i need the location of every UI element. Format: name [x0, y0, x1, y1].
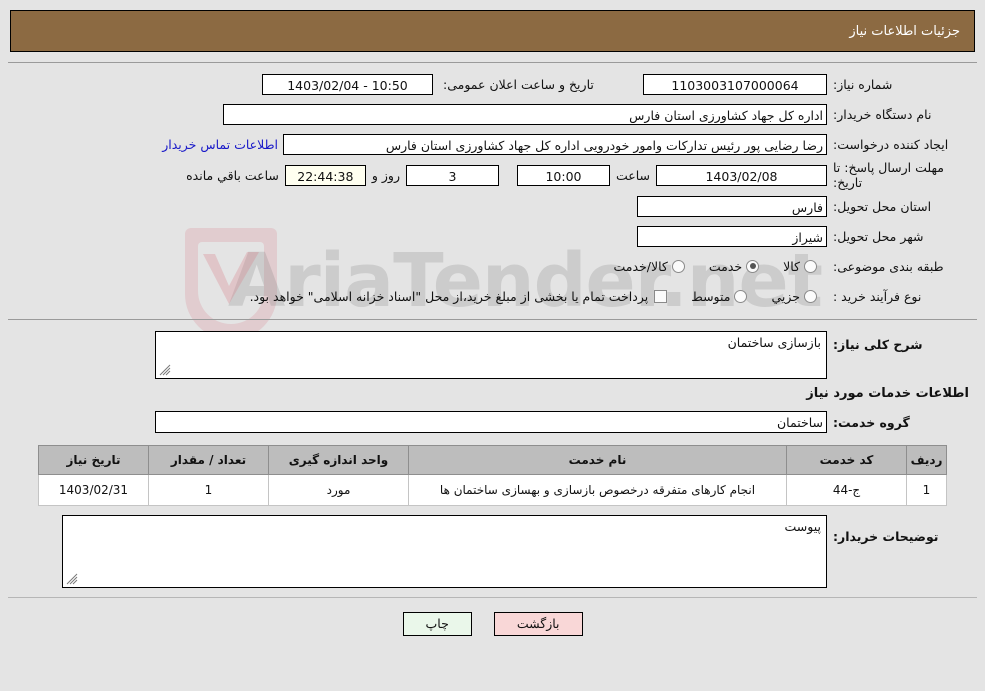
- footer-button-bar: بازگشت چاپ: [0, 612, 985, 636]
- cell-unit: مورد: [268, 474, 409, 506]
- row-deadline: مهلت ارسال پاسخ: تا تاریخ: 1403/02/08 سا…: [8, 159, 977, 191]
- page-title: جزئیات اطلاعات نیاز: [849, 23, 960, 39]
- table-header-row: ردیف کد خدمت نام خدمت واحد اندازه گیری ت…: [38, 445, 947, 475]
- cell-need-date: 1403/02/31: [38, 474, 149, 506]
- radio-classification-kala-khedmat[interactable]: [671, 259, 685, 273]
- row-requester: ایجاد کننده درخواست: رضا رضایی پور رئیس …: [8, 129, 977, 159]
- buyer-notes-textarea[interactable]: پیوست: [62, 515, 827, 588]
- row-process-type: نوع فرآیند خرید : جزیي متوسط پرداخت تمام…: [8, 281, 977, 311]
- row-buyer-org: نام دستگاه خریدار: اداره کل جهاد کشاورزی…: [8, 99, 977, 129]
- buyer-org-field[interactable]: اداره کل جهاد کشاورزی استان فارس: [223, 103, 827, 125]
- row-city: شهر محل تحویل: شیراز: [8, 221, 977, 251]
- resize-grip-icon[interactable]: [159, 364, 171, 376]
- radio-classification-khedmat-label: خدمت: [708, 258, 743, 274]
- need-number-field[interactable]: 1103003107000064: [643, 73, 827, 95]
- buyer-notes-label: توضیحات خریدار:: [833, 529, 939, 544]
- checkbox-treasury-docs[interactable]: [654, 289, 668, 303]
- checkbox-treasury-docs-label: پرداخت تمام یا بخشی از مبلغ خرید،از محل …: [249, 288, 649, 304]
- row-buyer-notes: توضیحات خریدار: پیوست: [8, 514, 977, 589]
- public-announce-field[interactable]: 10:50 - 1403/02/04: [262, 73, 433, 95]
- requester-field[interactable]: رضا رضایی پور رئیس تدارکات وامور خودرویی…: [283, 133, 827, 155]
- table-row: 1 ج-44 انجام کارهای متفرقه درخصوص بازساز…: [38, 474, 947, 506]
- need-summary-panel: شماره نیاز: 1103003107000064 تاریخ و ساع…: [8, 62, 977, 320]
- th-service-name: نام خدمت: [408, 445, 787, 475]
- radio-process-motevaset-label: متوسط: [691, 288, 731, 304]
- page-root: AriaTender.net جزئیات اطلاعات نیاز شماره…: [0, 0, 985, 691]
- public-announce-label: تاریخ و ساعت اعلان عمومی:: [443, 76, 594, 92]
- cell-row-no: 1: [906, 474, 947, 506]
- remaining-timer-field: 22:44:38: [284, 164, 366, 186]
- deadline-date-field[interactable]: 1403/02/08: [656, 164, 827, 186]
- classification-label: طبقه بندی موضوعی:: [833, 258, 944, 274]
- deadline-time-label: ساعت: [615, 167, 650, 183]
- row-classification: طبقه بندی موضوعی: کالا خدمت کالا/خدمت: [8, 251, 977, 281]
- radio-process-jozei-label: جزیي: [771, 288, 800, 304]
- radio-classification-kala[interactable]: [804, 259, 817, 273]
- services-table: ردیف کد خدمت نام خدمت واحد اندازه گیری ت…: [38, 445, 947, 506]
- province-label: استان محل تحویل:: [833, 198, 932, 214]
- remaining-days-label: روز و: [371, 167, 400, 183]
- resize-grip-icon[interactable]: [66, 573, 78, 585]
- buyer-org-label: نام دستگاه خریدار:: [833, 106, 932, 122]
- city-label: شهر محل تحویل:: [833, 228, 924, 244]
- general-description-textarea[interactable]: بازسازی ساختمان: [155, 331, 827, 379]
- deadline-time-field[interactable]: 10:00: [516, 164, 610, 186]
- page-title-bar: جزئیات اطلاعات نیاز: [10, 10, 975, 52]
- print-button[interactable]: چاپ: [402, 612, 472, 636]
- services-section-title: اطلاعات خدمات مورد نیاز: [806, 386, 969, 401]
- service-group-label: گروه خدمت:: [833, 414, 910, 430]
- description-panel: شرح کلی نیاز: بازسازی ساختمان اطلاعات خد…: [8, 330, 977, 437]
- services-table-wrap: ردیف کد خدمت نام خدمت واحد اندازه گیری ت…: [38, 445, 947, 506]
- remaining-suffix-label: ساعت باقي مانده: [186, 167, 279, 183]
- th-service-code: کد خدمت: [786, 445, 907, 475]
- general-description-label: شرح کلی نیاز:: [833, 337, 923, 352]
- th-need-date: تاریخ نیاز: [38, 445, 149, 475]
- buyer-notes-value: پیوست: [784, 519, 821, 534]
- cell-quantity: 1: [148, 474, 269, 506]
- row-service-group: گروه خدمت: ساختمان: [8, 407, 977, 437]
- radio-classification-kala-khedmat-label: کالا/خدمت: [613, 258, 668, 274]
- radio-classification-kala-label: کالا: [783, 258, 800, 274]
- th-row-no: ردیف: [906, 445, 947, 475]
- buyer-notes-panel: توضیحات خریدار: پیوست: [8, 514, 977, 589]
- requester-label: ایجاد کننده درخواست:: [833, 136, 949, 152]
- process-type-label: نوع فرآیند خرید :: [833, 288, 922, 304]
- buyer-contact-link[interactable]: اطلاعات تماس خریدار: [157, 137, 283, 152]
- radio-process-motevaset[interactable]: [734, 289, 748, 303]
- general-description-value: بازسازی ساختمان: [727, 335, 821, 350]
- row-province: استان محل تحویل: فارس: [8, 191, 977, 221]
- cell-service-name: انجام کارهای متفرقه درخصوص بازسازی و بهس…: [408, 474, 787, 506]
- th-quantity: تعداد / مقدار: [148, 445, 269, 475]
- service-group-field[interactable]: ساختمان: [155, 411, 827, 433]
- city-field[interactable]: شیراز: [637, 225, 827, 247]
- back-button[interactable]: بازگشت: [493, 612, 583, 636]
- remaining-days-field[interactable]: 3: [405, 164, 499, 186]
- row-general-description: شرح کلی نیاز: بازسازی ساختمان: [8, 330, 977, 380]
- province-field[interactable]: فارس: [637, 195, 827, 217]
- need-number-label: شماره نیاز:: [833, 76, 893, 92]
- th-unit: واحد اندازه گیری: [268, 445, 409, 475]
- footer-divider: [8, 597, 977, 598]
- deadline-label: مهلت ارسال پاسخ: تا تاریخ:: [833, 160, 944, 190]
- cell-service-code: ج-44: [786, 474, 907, 506]
- row-need-number: شماره نیاز: 1103003107000064 تاریخ و ساع…: [8, 69, 977, 99]
- radio-classification-khedmat[interactable]: [746, 259, 760, 273]
- radio-process-jozei[interactable]: [804, 289, 817, 303]
